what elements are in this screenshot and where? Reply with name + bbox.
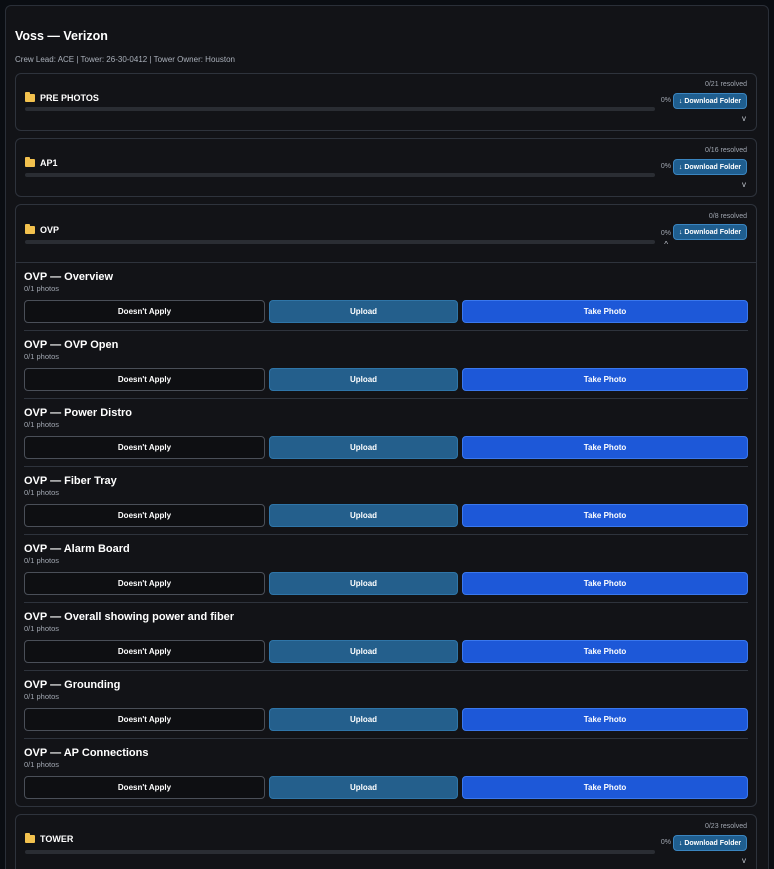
doesnt-apply-button[interactable]: Doesn't Apply [24,436,265,459]
item-title: OVP — Grounding [24,679,121,691]
item-title: OVP — Overview [24,271,114,283]
take-photo-button[interactable]: Take Photo [462,436,748,459]
chevron-down-icon[interactable]: v [742,180,746,189]
upload-button[interactable]: Upload [269,572,458,595]
item-divider [24,330,748,331]
item-title: OVP — Alarm Board [24,543,130,555]
item-photo-count: 0/1 photos [24,352,60,361]
item-title: OVP — Power Distro [24,407,132,419]
take-photo-button[interactable]: Take Photo [462,504,748,527]
folder-icon [25,833,35,843]
folder-progress-bar [25,850,655,854]
doesnt-apply-button[interactable]: Doesn't Apply [24,708,265,731]
item-photo-count: 0/1 photos [24,624,60,633]
job-meta: Crew Lead: ACE | Tower: 26-30-0412 | Tow… [15,55,235,64]
upload-button[interactable]: Upload [269,640,458,663]
take-photo-button[interactable]: Take Photo [462,572,748,595]
item-divider [24,466,748,467]
item-title: OVP — AP Connections [24,747,149,759]
download-folder-button[interactable]: ↓ Download Folder [673,93,747,109]
folder-name: AP1 [40,158,58,168]
folder-divider [16,262,756,263]
item-divider [24,602,748,603]
take-photo-button[interactable]: Take Photo [462,368,748,391]
folder-resolved-count: 0/21 resolved [704,81,747,88]
upload-button[interactable]: Upload [269,436,458,459]
item-photo-count: 0/1 photos [24,692,60,701]
download-folder-label: ↓ Download Folder [678,228,742,236]
job-title: Voss — Verizon [15,29,108,43]
chevron-down-icon[interactable]: v [742,856,746,865]
item-title: OVP — OVP Open [24,339,119,351]
folder-resolved-count: 0/16 resolved [704,147,747,154]
doesnt-apply-button[interactable]: Doesn't Apply [24,368,265,391]
item-photo-count: 0/1 photos [24,488,60,497]
folder-resolved-count: 0/23 resolved [704,823,747,830]
folder-ap1[interactable]: 0/16 resolved AP1 0% ↓ Download Folder v [15,138,757,197]
folder-icon [25,157,35,167]
folder-name: OVP [40,225,60,235]
folder-name: PRE PHOTOS [40,93,99,103]
item-photo-count: 0/1 photos [24,284,60,293]
item-title: OVP — Overall showing power and fiber [24,611,235,623]
folder-title[interactable]: AP1 [25,157,58,168]
item-photo-count: 0/1 photos [24,420,60,429]
item-divider [24,398,748,399]
take-photo-button[interactable]: Take Photo [462,776,748,799]
folder-title[interactable]: OVP [25,224,60,235]
item-divider [24,738,748,739]
doesnt-apply-button[interactable]: Doesn't Apply [24,640,265,663]
download-folder-button[interactable]: ↓ Download Folder [673,159,747,175]
download-folder-label: ↓ Download Folder [678,163,742,171]
upload-button[interactable]: Upload [269,368,458,391]
folder-name: TOWER [40,834,74,844]
folder-title[interactable]: PRE PHOTOS [25,92,99,103]
folder-title[interactable]: TOWER [25,833,74,844]
download-folder-button[interactable]: ↓ Download Folder [673,224,747,240]
folder-percent: 0% [660,97,671,104]
folder-pre-photos[interactable]: 0/21 resolved PRE PHOTOS 0% ↓ Download F… [15,73,757,131]
item-photo-count: 0/1 photos [24,760,60,769]
upload-button[interactable]: Upload [269,776,458,799]
folder-progress-bar [25,173,655,177]
upload-button[interactable]: Upload [269,300,458,323]
folder-tower[interactable]: 0/23 resolved TOWER 0% ↓ Download Folder… [15,814,757,869]
download-folder-label: ↓ Download Folder [678,839,742,847]
upload-button[interactable]: Upload [269,708,458,731]
folder-icon [25,92,35,102]
folder-icon [25,224,35,234]
doesnt-apply-button[interactable]: Doesn't Apply [24,300,265,323]
download-folder-button[interactable]: ↓ Download Folder [673,835,747,851]
item-title: OVP — Fiber Tray [24,475,117,487]
upload-button[interactable]: Upload [269,504,458,527]
folder-progress-bar [25,107,655,111]
folder-percent: 0% [660,230,671,237]
download-folder-label: ↓ Download Folder [678,97,742,105]
item-divider [24,534,748,535]
folder-progress-bar [25,240,655,244]
doesnt-apply-button[interactable]: Doesn't Apply [24,504,265,527]
doesnt-apply-button[interactable]: Doesn't Apply [24,776,265,799]
doesnt-apply-button[interactable]: Doesn't Apply [24,572,265,595]
folder-percent: 0% [660,839,671,846]
folder-percent: 0% [660,163,671,170]
folder-resolved-count: 0/8 resolved [708,213,747,220]
folder-ovp[interactable]: 0/8 resolved OVP 0% ↓ Download Folder ^ … [15,204,757,807]
take-photo-button[interactable]: Take Photo [462,640,748,663]
item-divider [24,670,748,671]
take-photo-button[interactable]: Take Photo [462,708,748,731]
take-photo-button[interactable]: Take Photo [462,300,748,323]
chevron-down-icon[interactable]: v [742,114,746,123]
chevron-up-icon[interactable]: ^ [664,240,668,249]
item-photo-count: 0/1 photos [24,556,60,565]
